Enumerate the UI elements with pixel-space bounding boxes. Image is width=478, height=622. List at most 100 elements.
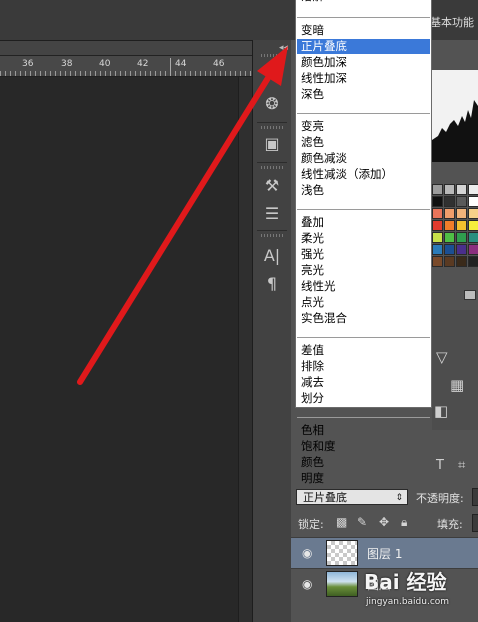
blend-mode-value: 正片叠底 xyxy=(303,491,347,504)
blend-menu-item[interactable]: 浅色 xyxy=(297,183,430,198)
color-swatch[interactable] xyxy=(432,220,443,231)
color-swatch[interactable] xyxy=(468,232,478,243)
color-swatch[interactable] xyxy=(468,256,478,267)
blend-menu-item[interactable]: 线性减淡（添加） xyxy=(297,167,430,182)
color-swatch[interactable] xyxy=(444,256,455,267)
blend-menu-item[interactable]: 强光 xyxy=(297,247,430,262)
brush-icon[interactable]: ⚒ xyxy=(259,174,285,198)
ruler-tick xyxy=(10,71,11,76)
blend-mode-dropdown: 溶解变暗正片叠底颜色加深线性加深深色变亮滤色颜色减淡线性减淡（添加）浅色叠加柔光… xyxy=(295,0,432,485)
eye-icon[interactable]: ◉ xyxy=(302,577,312,591)
sliders-icon[interactable]: ☰ xyxy=(259,202,285,226)
color-swatch[interactable] xyxy=(432,208,443,219)
ruler-tick xyxy=(215,71,216,76)
blend-menu-item[interactable]: 色相 xyxy=(297,423,430,438)
dock-divider xyxy=(257,162,287,163)
dock-grip[interactable] xyxy=(261,126,283,129)
color-swatch[interactable] xyxy=(456,184,467,195)
canvas-area[interactable] xyxy=(0,77,248,622)
color-swatch[interactable] xyxy=(468,208,478,219)
text-tool-icon[interactable]: T xyxy=(436,458,444,473)
blend-menu-item[interactable]: 线性加深 xyxy=(297,71,430,86)
dock-grip[interactable] xyxy=(261,234,283,237)
palette-icon[interactable]: ❂ xyxy=(259,92,285,116)
properties-icon[interactable]: ▣ xyxy=(259,132,285,156)
color-swatch[interactable] xyxy=(444,244,455,255)
blend-menu-item[interactable]: 叠加 xyxy=(297,215,430,230)
blend-menu-item[interactable]: 变暗 xyxy=(297,23,430,38)
blend-menu-item[interactable]: 明度 xyxy=(297,471,430,486)
lock-icon[interactable]: 🔒︎ xyxy=(401,515,407,530)
ruler-tick xyxy=(220,71,221,76)
color-swatch[interactable] xyxy=(468,244,478,255)
color-swatch[interactable] xyxy=(432,244,443,255)
color-swatch[interactable] xyxy=(432,184,443,195)
blend-mode-select[interactable]: 正片叠底 ⇕ xyxy=(296,489,408,505)
dock-divider xyxy=(257,122,287,123)
color-swatch[interactable] xyxy=(456,220,467,231)
collapse-arrows-icon[interactable]: ◂◂ xyxy=(279,43,288,53)
blend-menu-item[interactable]: 减去 xyxy=(297,375,430,390)
lock-transparent-icon[interactable]: ▩ xyxy=(336,515,347,529)
color-swatch[interactable] xyxy=(444,220,455,231)
color-swatch[interactable] xyxy=(456,256,467,267)
history-icon[interactable]: ▫ xyxy=(259,62,285,86)
vertical-scrollbar[interactable] xyxy=(238,77,253,622)
blend-menu-item[interactable]: 正片叠底 xyxy=(297,39,430,54)
dock-grip[interactable] xyxy=(261,54,283,57)
ruler-tick xyxy=(110,71,111,76)
ruler-label: 40 xyxy=(99,59,111,69)
blend-menu-item[interactable]: 线性光 xyxy=(297,279,430,294)
color-swatch[interactable] xyxy=(468,184,478,195)
color-swatch[interactable] xyxy=(432,196,443,207)
blend-menu-item[interactable]: 变亮 xyxy=(297,119,430,134)
color-swatch[interactable] xyxy=(456,244,467,255)
eye-icon[interactable]: ◉ xyxy=(302,546,312,560)
blend-menu-item[interactable]: 实色混合 xyxy=(297,311,430,326)
lock-brush-icon[interactable]: ✎ xyxy=(357,515,367,529)
dock-grip[interactable] xyxy=(261,166,283,169)
blend-menu-item[interactable]: 颜色减淡 xyxy=(297,151,430,166)
lock-move-icon[interactable]: ✥ xyxy=(379,515,389,529)
panel-menu-icon[interactable] xyxy=(464,290,476,300)
menu-separator xyxy=(297,209,430,210)
color-swatch[interactable] xyxy=(444,196,455,207)
fill-input[interactable] xyxy=(472,514,478,532)
blend-menu-item[interactable]: 溶解 xyxy=(297,0,430,4)
color-swatch[interactable] xyxy=(444,208,455,219)
color-swatch[interactable] xyxy=(432,256,443,267)
color-swatch[interactable] xyxy=(468,220,478,231)
blend-menu-item[interactable]: 亮光 xyxy=(297,263,430,278)
blend-menu-item[interactable]: 排除 xyxy=(297,359,430,374)
square-icon[interactable]: ◧ xyxy=(434,402,448,420)
triangle-icon[interactable]: ▽ xyxy=(436,348,448,366)
color-swatch[interactable] xyxy=(444,232,455,243)
ruler-tick xyxy=(5,71,6,76)
color-swatch[interactable] xyxy=(456,232,467,243)
color-swatch[interactable] xyxy=(456,208,467,219)
blend-menu-item[interactable]: 深色 xyxy=(297,87,430,102)
ruler-tick xyxy=(150,71,151,76)
ruler-tick xyxy=(190,71,191,76)
ruler-tick xyxy=(95,71,96,76)
opacity-input[interactable] xyxy=(472,488,478,506)
color-swatch[interactable] xyxy=(444,184,455,195)
color-swatch[interactable] xyxy=(432,232,443,243)
blend-menu-item[interactable]: 点光 xyxy=(297,295,430,310)
blend-menu-item[interactable]: 柔光 xyxy=(297,231,430,246)
blend-menu-item[interactable]: 差值 xyxy=(297,343,430,358)
layer-row[interactable]: ◉ 图层 1 xyxy=(291,537,478,568)
workspace-switcher[interactable]: 基本功能 xyxy=(430,14,474,30)
color-swatch[interactable] xyxy=(468,196,478,207)
paragraph-icon[interactable]: ¶ xyxy=(259,272,285,296)
character-icon[interactable]: A| xyxy=(259,244,285,268)
ruler-label: 46 xyxy=(213,59,225,69)
transform-icon[interactable]: ⌗ xyxy=(458,458,465,473)
blend-menu-item[interactable]: 划分 xyxy=(297,391,430,406)
blend-menu-item[interactable]: 滤色 xyxy=(297,135,430,150)
blend-menu-item[interactable]: 颜色 xyxy=(297,455,430,470)
color-swatch[interactable] xyxy=(456,196,467,207)
blend-menu-item[interactable]: 颜色加深 xyxy=(297,55,430,70)
grid-icon[interactable]: ▦ xyxy=(450,376,464,394)
blend-menu-item[interactable]: 饱和度 xyxy=(297,439,430,454)
